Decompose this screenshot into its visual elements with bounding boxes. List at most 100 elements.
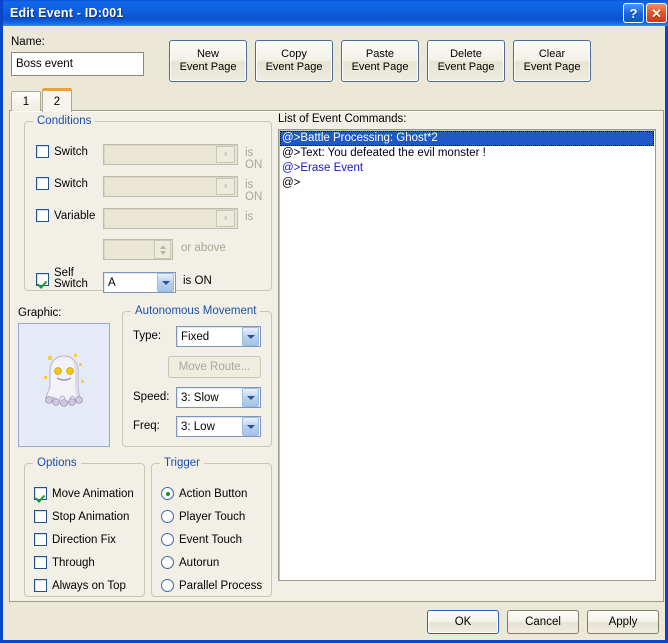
chevron-down-icon[interactable] xyxy=(242,327,259,346)
apply-button[interactable]: Apply xyxy=(587,610,659,634)
new-event-page-line2: Event Page xyxy=(180,61,237,74)
options-group: Options Move Animation Stop Animation Di… xyxy=(24,463,145,597)
option-stop-animation[interactable]: Stop Animation xyxy=(34,505,134,528)
condition-variable-above-suffix: or above xyxy=(181,242,226,254)
trigger-event-touch-radio[interactable] xyxy=(161,533,174,546)
condition-switch-2-field: › xyxy=(103,176,238,197)
movement-freq-value: 3: Low xyxy=(177,421,242,433)
delete-event-page-button[interactable]: Delete Event Page xyxy=(427,40,505,82)
option-direction-fix-checkbox[interactable] xyxy=(34,533,47,546)
trigger-event-touch[interactable]: Event Touch xyxy=(161,528,262,551)
clear-event-page-line1: Clear xyxy=(539,48,565,61)
option-stop-animation-checkbox[interactable] xyxy=(34,510,47,523)
option-through-label: Through xyxy=(52,557,95,569)
trigger-group: Trigger Action Button Player Touch Event… xyxy=(151,463,272,597)
spinner-arrows-icon xyxy=(154,240,171,259)
copy-event-page-line2: Event Page xyxy=(266,61,323,74)
movement-freq-label: Freq: xyxy=(133,420,160,432)
movement-speed-value: 3: Slow xyxy=(177,392,242,404)
tab-page-1[interactable]: 1 xyxy=(11,91,41,111)
name-input[interactable] xyxy=(11,52,144,76)
trigger-autorun-label: Autorun xyxy=(179,557,219,569)
trigger-player-touch[interactable]: Player Touch xyxy=(161,505,262,528)
trigger-legend: Trigger xyxy=(160,457,204,469)
autonomous-movement-legend: Autonomous Movement xyxy=(131,305,260,317)
trigger-event-touch-label: Event Touch xyxy=(179,534,242,546)
option-through-checkbox[interactable] xyxy=(34,556,47,569)
help-icon[interactable]: ? xyxy=(623,3,644,23)
option-through[interactable]: Through xyxy=(34,551,134,574)
paste-event-page-line2: Event Page xyxy=(352,61,409,74)
title-bar: Edit Event - ID:001 ? ✕ xyxy=(3,0,668,26)
close-icon[interactable]: ✕ xyxy=(646,3,667,23)
condition-switch-2-checkbox[interactable] xyxy=(36,177,49,190)
edit-event-dialog: Edit Event - ID:001 ? ✕ Name: New Event … xyxy=(0,0,668,643)
condition-variable-chevron-icon: › xyxy=(216,210,235,227)
command-list[interactable]: @>Battle Processing: Ghost*2 @>Text: You… xyxy=(278,129,656,581)
delete-event-page-line1: Delete xyxy=(450,48,482,61)
clear-event-page-button[interactable]: Clear Event Page xyxy=(513,40,591,82)
command-list-item[interactable]: @>Battle Processing: Ghost*2 xyxy=(280,131,654,146)
cancel-button[interactable]: Cancel xyxy=(507,610,579,634)
movement-type-select[interactable]: Fixed xyxy=(176,326,261,347)
trigger-autorun-radio[interactable] xyxy=(161,556,174,569)
option-always-on-top-label: Always on Top xyxy=(52,580,126,592)
condition-switch-1-checkbox[interactable] xyxy=(36,145,49,158)
trigger-action-button-radio[interactable] xyxy=(161,487,174,500)
chevron-down-icon[interactable] xyxy=(242,388,259,407)
copy-event-page-line1: Copy xyxy=(281,48,307,61)
self-switch-value: A xyxy=(104,277,157,289)
event-page-buttons: New Event Page Copy Event Page Paste Eve… xyxy=(169,40,591,82)
window-title: Edit Event - ID:001 xyxy=(10,6,124,20)
copy-event-page-button[interactable]: Copy Event Page xyxy=(255,40,333,82)
command-list-item[interactable]: @>Text: You defeated the evil monster ! xyxy=(280,146,654,161)
options-legend: Options xyxy=(33,457,81,469)
graphic-preview[interactable] xyxy=(18,323,110,447)
option-move-animation-checkbox[interactable] xyxy=(34,487,47,500)
condition-self-switch-checkbox[interactable] xyxy=(36,273,49,286)
option-stop-animation-label: Stop Animation xyxy=(52,511,129,523)
conditions-group: Conditions Switch › is ON Switch › is ON xyxy=(24,121,272,291)
condition-switch-2-suffix: is ON xyxy=(245,179,271,203)
chevron-down-icon[interactable] xyxy=(157,273,174,292)
condition-variable-checkbox[interactable] xyxy=(36,209,49,222)
command-list-item[interactable]: @>Erase Event xyxy=(280,161,654,176)
event-page-panel: Conditions Switch › is ON Switch › is ON xyxy=(9,110,664,602)
option-direction-fix[interactable]: Direction Fix xyxy=(34,528,134,551)
chevron-down-icon[interactable] xyxy=(242,417,259,436)
condition-switch-1-label: Switch xyxy=(54,146,88,158)
condition-variable-label: Variable xyxy=(54,210,95,222)
movement-speed-select[interactable]: 3: Slow xyxy=(176,387,261,408)
clear-event-page-line2: Event Page xyxy=(524,61,581,74)
condition-variable-field: › xyxy=(103,208,238,229)
condition-self-switch-suffix: is ON xyxy=(183,275,212,287)
new-event-page-button[interactable]: New Event Page xyxy=(169,40,247,82)
ok-button[interactable]: OK xyxy=(427,610,499,634)
delete-event-page-line2: Event Page xyxy=(438,61,495,74)
trigger-parallel-process-radio[interactable] xyxy=(161,579,174,592)
graphic-label: Graphic: xyxy=(18,307,61,319)
trigger-player-touch-radio[interactable] xyxy=(161,510,174,523)
option-always-on-top[interactable]: Always on Top xyxy=(34,574,134,597)
trigger-parallel-process[interactable]: Parallel Process xyxy=(161,574,262,597)
condition-variable-value-spinner xyxy=(103,239,173,260)
movement-type-label: Type: xyxy=(133,330,161,342)
trigger-action-button-label: Action Button xyxy=(179,488,247,500)
paste-event-page-line1: Paste xyxy=(366,48,394,61)
self-switch-select[interactable]: A xyxy=(103,272,176,293)
trigger-player-touch-label: Player Touch xyxy=(179,511,245,523)
paste-event-page-button[interactable]: Paste Event Page xyxy=(341,40,419,82)
new-event-page-line1: New xyxy=(197,48,219,61)
autonomous-movement-group: Autonomous Movement Type: Fixed Move Rou… xyxy=(122,311,272,447)
movement-speed-label: Speed: xyxy=(133,391,169,403)
trigger-action-button[interactable]: Action Button xyxy=(161,482,262,505)
movement-freq-select[interactable]: 3: Low xyxy=(176,416,261,437)
command-list-item[interactable]: @> xyxy=(280,176,654,191)
option-always-on-top-checkbox[interactable] xyxy=(34,579,47,592)
tab-page-2[interactable]: 2 xyxy=(42,88,72,112)
trigger-autorun[interactable]: Autorun xyxy=(161,551,262,574)
event-page-tabs: 1 2 xyxy=(11,88,73,111)
option-move-animation[interactable]: Move Animation xyxy=(34,482,134,505)
movement-type-value: Fixed xyxy=(177,331,242,343)
ghost-sprite xyxy=(19,324,109,446)
